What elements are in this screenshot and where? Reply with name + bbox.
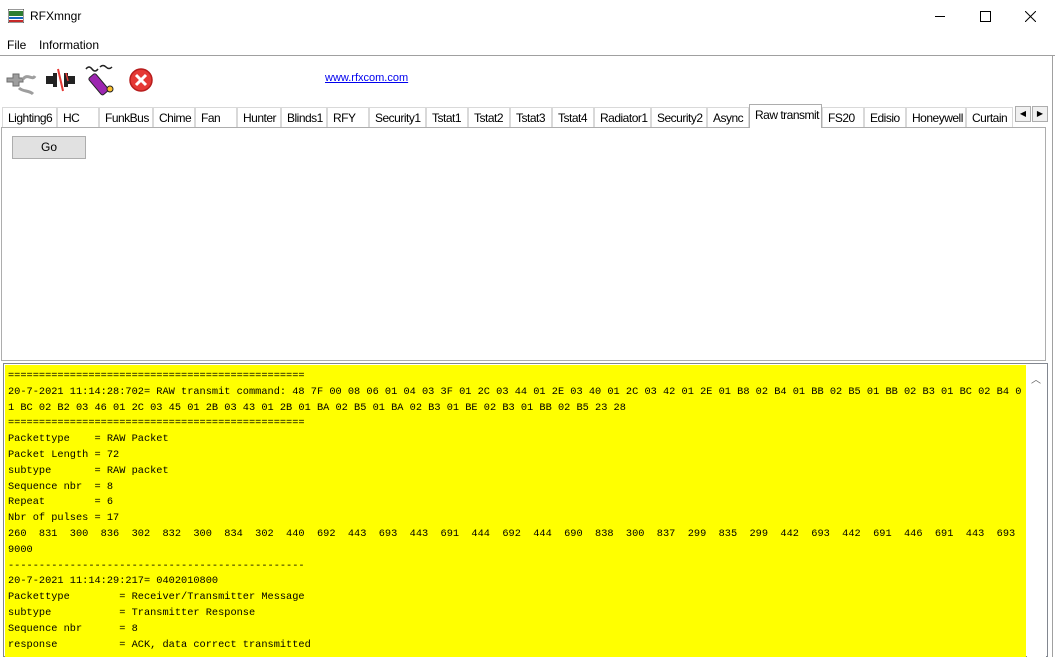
tab-tstat1[interactable]: Tstat1 (426, 107, 468, 128)
go-button[interactable]: Go (12, 136, 86, 159)
maximize-button[interactable] (962, 0, 1008, 33)
log-line: subtype = RAW packet (8, 464, 169, 477)
tab-rfy[interactable]: RFY (327, 107, 369, 128)
transmitter-button[interactable] (84, 63, 118, 97)
minimize-icon (934, 16, 945, 17)
disconnect-button[interactable] (44, 63, 78, 97)
log-text: ========================================… (5, 365, 1026, 653)
tab-tstat4[interactable]: Tstat4 (552, 107, 594, 128)
log-line: ========================================… (8, 417, 305, 430)
log-line: Sequence nbr = 8 (8, 622, 138, 635)
tab-funkbus[interactable]: FunkBus (99, 107, 153, 128)
tab-fs20[interactable]: FS20 (822, 107, 864, 128)
log-line: Packettype = Receiver/Transmitter Messag… (8, 591, 305, 604)
tab-lighting6[interactable]: Lighting6 (2, 107, 57, 128)
tab-scroll-buttons: ◀ ▶ (1015, 106, 1049, 122)
tab-hunter[interactable]: Hunter (237, 107, 281, 128)
stop-button[interactable] (124, 63, 158, 97)
menu-separator (0, 55, 1055, 56)
log-line: response = ACK, data correct transmitted (8, 638, 311, 651)
menu-file[interactable]: File (7, 38, 26, 52)
tab-tstat3[interactable]: Tstat3 (510, 107, 552, 128)
tab-fan[interactable]: Fan (195, 107, 237, 128)
tab-curtain[interactable]: Curtain (966, 107, 1013, 128)
maximize-icon (979, 11, 991, 22)
app-icon (8, 9, 24, 23)
tab-security1[interactable]: Security1 (369, 107, 426, 128)
log-scrollbar[interactable] (1027, 365, 1046, 657)
raw-transmit-panel (1, 127, 1046, 361)
tab-strip: Lighting6 HC FunkBus Chime Fan Hunter Bl… (0, 104, 1052, 128)
plug-icon (6, 73, 37, 96)
log-line: 20-7-2021 11:14:29:217= 0402010800 (8, 575, 219, 588)
close-button[interactable] (1007, 0, 1053, 33)
tab-tstat2[interactable]: Tstat2 (468, 107, 510, 128)
tab-scroll-right-button[interactable]: ▶ (1032, 106, 1048, 122)
log-line: Packet Length = 72 (8, 448, 120, 461)
tab-hc[interactable]: HC (57, 107, 99, 128)
menu-bar: File Information (0, 35, 1055, 55)
window-title: RFXmngr (30, 9, 82, 23)
title-bar: RFXmngr (0, 0, 1055, 33)
transmitter-icon (85, 64, 114, 96)
tab-security2[interactable]: Security2 (651, 107, 707, 128)
log-line: Nbr of pulses = 17 (8, 512, 120, 525)
log-line: subtype = Transmitter Response (8, 606, 256, 619)
tab-scroll-left-button[interactable]: ◀ (1015, 106, 1031, 122)
stop-icon (129, 68, 153, 92)
scroll-up-icon[interactable]: ︿ (1031, 371, 1041, 386)
tab-edisio[interactable]: Edisio (864, 107, 906, 128)
tab-honeywell[interactable]: Honeywell (906, 107, 966, 128)
log-textbox[interactable]: ========================================… (5, 365, 1026, 657)
tab-chime[interactable]: Chime (153, 107, 195, 128)
window-edge (1052, 56, 1053, 657)
log-line: Repeat = 6 (8, 496, 114, 509)
disconnect-icon (46, 68, 75, 92)
log-line: ----------------------------------------… (8, 559, 305, 572)
tab-raw-transmit[interactable]: Raw transmit (749, 104, 822, 128)
log-line: 260 831 300 836 302 832 300 834 302 440 … (8, 527, 1016, 556)
tab-radiator1[interactable]: Radiator1 (594, 107, 651, 128)
log-line: 20-7-2021 11:14:28:702= RAW transmit com… (8, 385, 1022, 414)
close-icon (1024, 11, 1036, 22)
tab-async[interactable]: Async (707, 107, 749, 128)
rfxcom-link[interactable]: www.rfxcom.com (325, 72, 408, 84)
arrow-right-icon: ▶ (1036, 109, 1044, 118)
log-line: Packettype = RAW Packet (8, 433, 169, 446)
minimize-button[interactable] (917, 0, 963, 33)
tab-blinds1[interactable]: Blinds1 (281, 107, 327, 128)
log-line: Sequence nbr = 8 (8, 480, 114, 493)
menu-information[interactable]: Information (39, 38, 99, 52)
connect-button[interactable] (4, 63, 38, 97)
log-line: ========================================… (8, 370, 305, 382)
arrow-left-icon: ◀ (1019, 109, 1027, 118)
